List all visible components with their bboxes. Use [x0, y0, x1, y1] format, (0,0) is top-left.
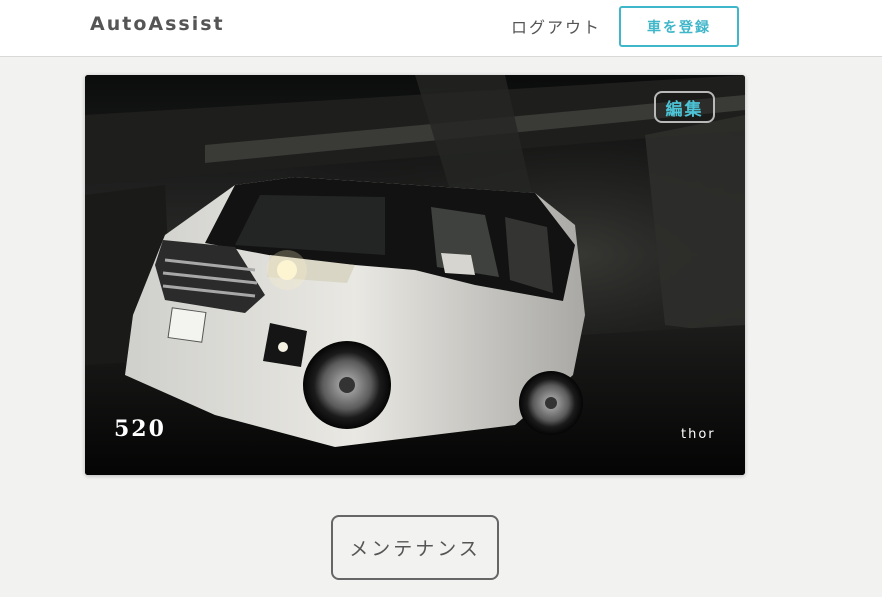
top-navbar: AutoAssist ログアウト 車を登録: [0, 0, 882, 57]
car-card[interactable]: 編集 520 thor: [85, 75, 745, 475]
logout-link[interactable]: ログアウト: [511, 14, 601, 38]
car-name: 520: [114, 416, 166, 442]
car-photo: [85, 75, 745, 475]
register-car-button[interactable]: 車を登録: [619, 6, 739, 47]
brand-logo[interactable]: AutoAssist: [90, 13, 225, 35]
maintenance-button[interactable]: メンテナンス: [331, 515, 499, 580]
edit-button[interactable]: 編集: [654, 91, 715, 123]
car-owner: thor: [681, 427, 716, 442]
